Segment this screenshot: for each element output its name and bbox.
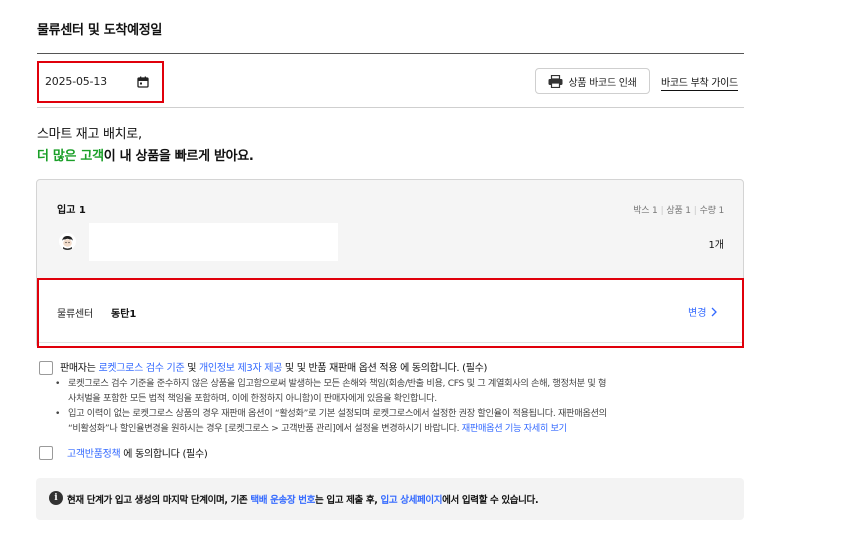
resale-option-detail-link[interactable]: 재판매옵션 기능 자세히 보기 bbox=[462, 423, 567, 434]
product-name bbox=[89, 223, 338, 261]
bullet-text: 입고 이력이 없는 로켓그로스 상품의 경우 재판매 옵션이 “활성화”로 기본… bbox=[68, 408, 607, 419]
return-policy-suffix: 에 동의합니다 (필수) bbox=[120, 449, 208, 460]
notice-text: 현재 단계가 입고 생성의 마지막 단계이며, 기존 택배 운송장 번호는 입고… bbox=[67, 492, 539, 506]
notice-part-3: 에서 입력할 수 있습니다. bbox=[442, 495, 539, 506]
agree-return-policy-label: 고객반품정책 에 동의합니다 (필수) bbox=[67, 445, 208, 460]
promo-line-1: 스마트 재고 배치로, bbox=[37, 127, 142, 142]
promo-line-2: 더 많은 고객이 내 상품을 빠르게 받아요. bbox=[37, 145, 254, 164]
bullet-dot: • bbox=[55, 378, 61, 389]
inbound-summary: 박스 1 | 상품 1 | 수량 1 bbox=[560, 203, 724, 216]
summary-product-value: 1 bbox=[685, 206, 691, 216]
agree-suffix: 및 및 반품 재판매 옵션 적용 에 동의합니다. (필수) bbox=[282, 363, 488, 374]
agree-inspection-label: 판매자는 로켓그로스 검수 기준 및 개인정보 제3자 제공 및 및 반품 재판… bbox=[60, 359, 487, 374]
bullet-text-cont: 사처벌을 포함한 모든 법적 책임을 포함하며, 이에 한정하지 아니함)이 판… bbox=[68, 393, 437, 404]
summary-box-value: 1 bbox=[652, 206, 658, 216]
section-divider bbox=[37, 53, 744, 54]
center-row-divider bbox=[39, 342, 742, 343]
promo-highlight: 더 많은 고객 bbox=[37, 149, 104, 164]
print-barcode-label: 상품 바코드 인쇄 bbox=[568, 77, 637, 89]
chevron-right-icon bbox=[711, 307, 718, 316]
agreement-bullet: • 입고 이력이 없는 로켓그로스 상품의 경우 재판매 옵션이 “활성화”로 … bbox=[54, 406, 744, 436]
section-title: 물류센터 및 도착예정일 bbox=[37, 23, 163, 38]
summary-qty-value: 1 bbox=[718, 206, 724, 216]
inbound-title: 입고 1 bbox=[57, 205, 86, 216]
summary-qty-label: 수량 bbox=[699, 206, 716, 216]
agreement-bullet: • 로켓그로스 검수 기준을 준수하지 않은 상품을 입고함으로써 발생하는 모… bbox=[54, 376, 744, 406]
inbound-detail-link[interactable]: 입고 상세페이지 bbox=[380, 495, 442, 506]
calendar-icon[interactable] bbox=[137, 76, 149, 88]
center-value: 동탄1 bbox=[111, 309, 137, 320]
arrival-date-field[interactable]: 2025-05-13 bbox=[37, 61, 164, 103]
bullet-text-cont: “비활성화”나 할인율변경을 원하시는 경우 [로켓그로스 > 고객반품 관리]… bbox=[68, 423, 462, 434]
change-center-label: 변경 bbox=[688, 308, 707, 319]
privacy-third-party-link[interactable]: 개인정보 제3자 제공 bbox=[199, 363, 282, 374]
bullet-text: 로켓그로스 검수 기준을 준수하지 않은 상품을 입고함으로써 발생하는 모든 … bbox=[68, 378, 607, 389]
toolbar-divider bbox=[37, 107, 744, 108]
info-icon: i bbox=[49, 491, 63, 505]
agree-inspection-checkbox[interactable] bbox=[39, 361, 53, 375]
promo-rest: 이 내 상품을 빠르게 받아요. bbox=[103, 149, 254, 164]
barcode-guide-link[interactable]: 바코드 부착 가이드 bbox=[661, 74, 738, 91]
summary-separator: | bbox=[693, 206, 697, 216]
inspection-criteria-link[interactable]: 로켓그로스 검수 기준 bbox=[98, 363, 184, 374]
final-step-notice: i 현재 단계가 입고 생성의 마지막 단계이며, 기존 택배 운송장 번호는 … bbox=[36, 478, 744, 520]
change-center-button[interactable]: 변경 bbox=[688, 304, 718, 319]
product-thumbnail-image bbox=[59, 233, 76, 250]
agreement-details: • 로켓그로스 검수 기준을 준수하지 않은 상품을 입고함으로써 발생하는 모… bbox=[54, 376, 744, 436]
agree-prefix: 판매자는 bbox=[60, 363, 99, 374]
arrival-date-value[interactable]: 2025-05-13 bbox=[45, 75, 107, 88]
bullet-dot: • bbox=[55, 408, 61, 419]
printer-icon bbox=[548, 74, 563, 88]
agree-return-policy-checkbox[interactable] bbox=[39, 446, 53, 460]
return-policy-link[interactable]: 고객반품정책 bbox=[67, 449, 121, 460]
notice-part-1: 현재 단계가 입고 생성의 마지막 단계이며, 기존 bbox=[67, 495, 251, 506]
tracking-number-link[interactable]: 택배 운송장 번호 bbox=[250, 495, 315, 506]
center-label: 물류센터 bbox=[57, 309, 93, 320]
notice-part-2: 는 입고 제출 후, bbox=[315, 495, 381, 506]
fulfillment-center-row bbox=[37, 278, 744, 348]
summary-product-label: 상품 bbox=[666, 206, 683, 216]
summary-box-label: 박스 bbox=[633, 206, 650, 216]
product-thumbnail bbox=[59, 233, 76, 250]
agree-and: 및 bbox=[184, 363, 200, 374]
print-barcode-button[interactable]: 상품 바코드 인쇄 bbox=[535, 68, 650, 94]
product-quantity: 1개 bbox=[708, 240, 724, 251]
